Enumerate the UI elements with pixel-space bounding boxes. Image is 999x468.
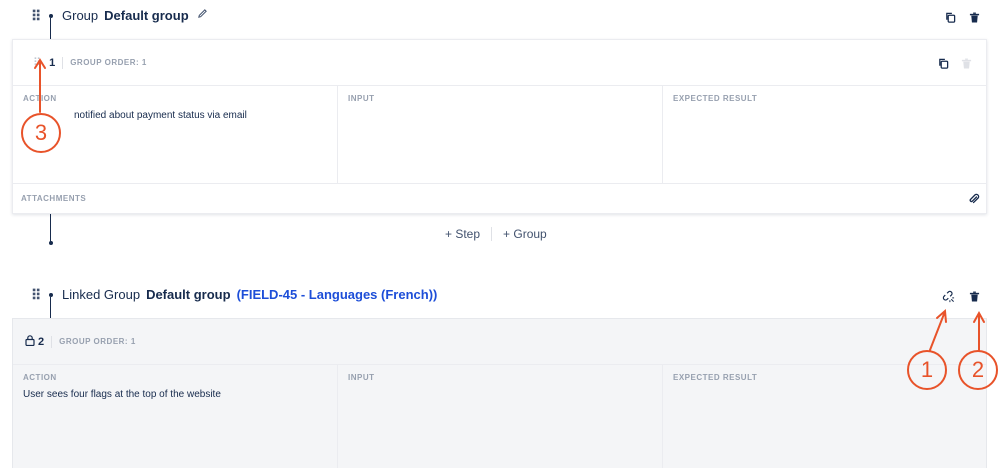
annotation-arrows [34,58,985,351]
annotation-marker-2: 2 [958,350,998,390]
annotation-marker-1: 1 [907,350,947,390]
annotation-marker-3: 3 [21,113,61,153]
